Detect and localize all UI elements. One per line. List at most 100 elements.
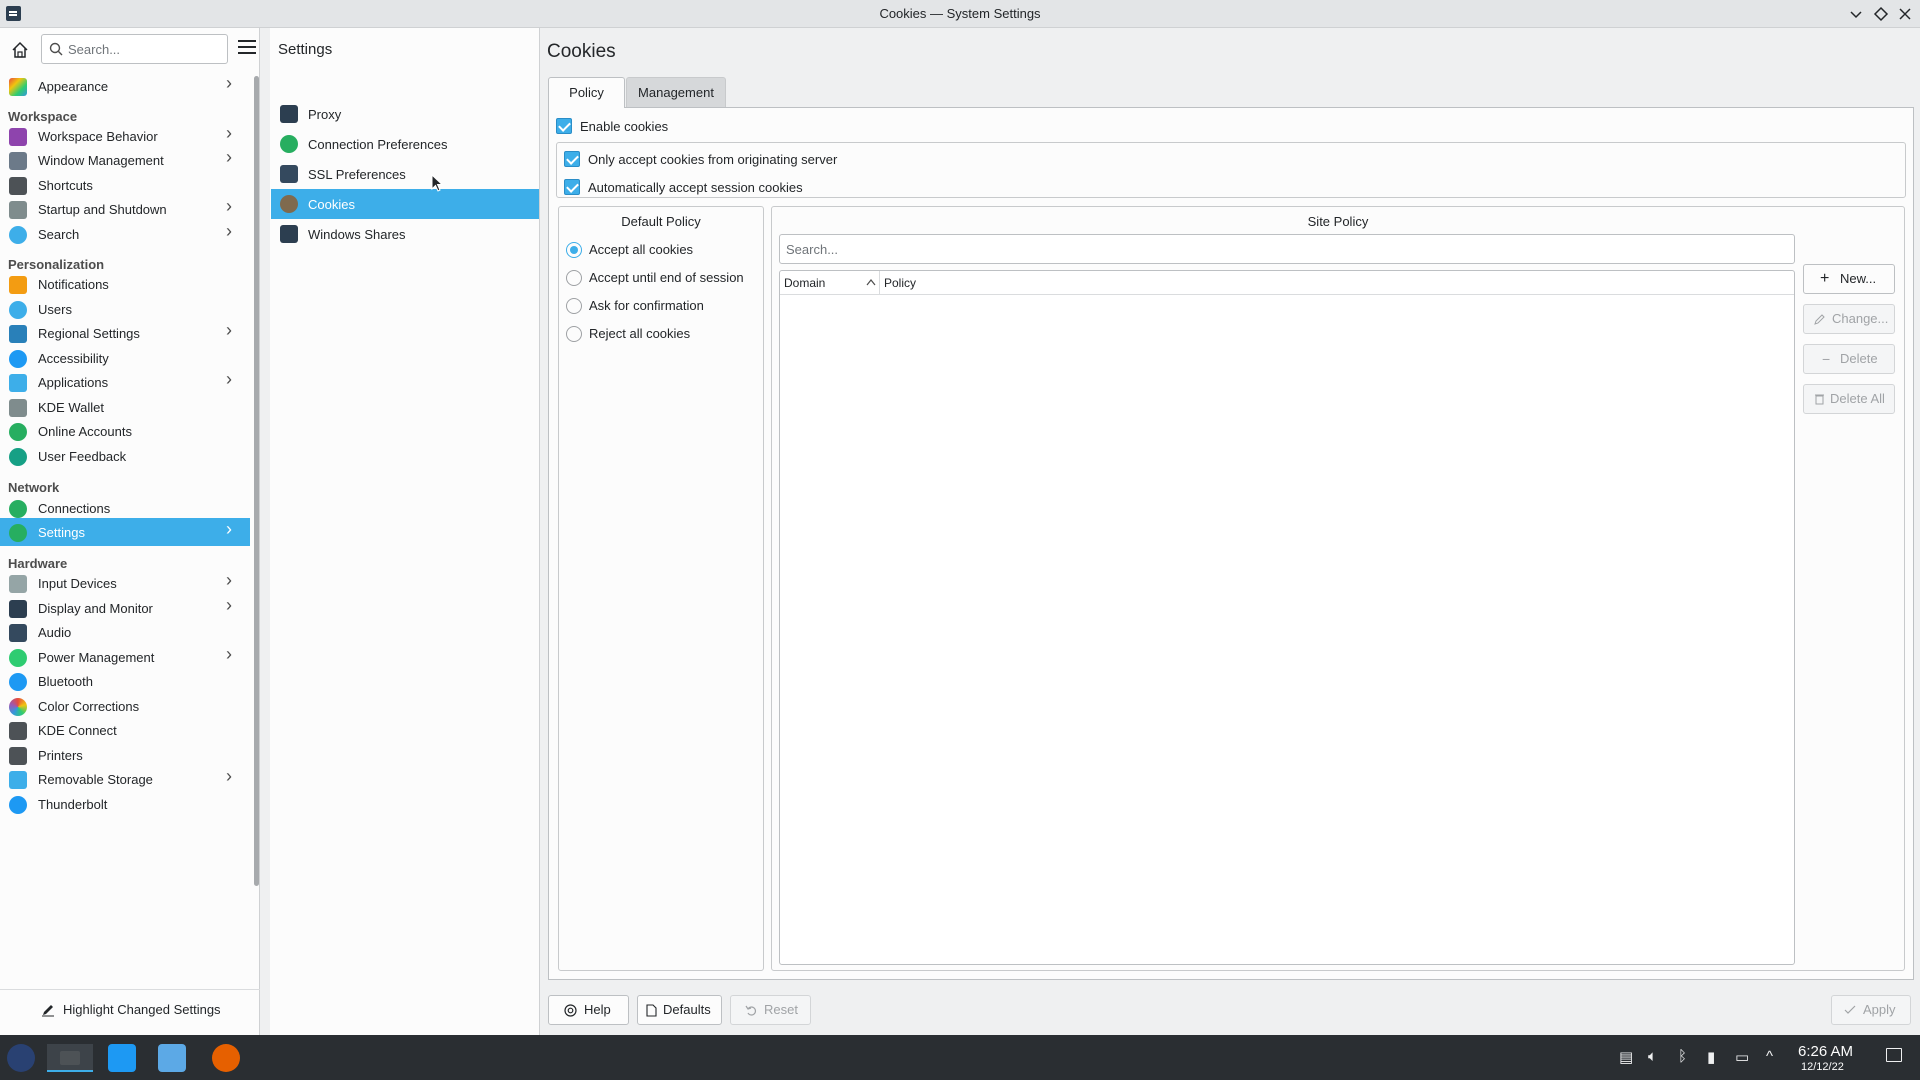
only-originating-checkbox[interactable] xyxy=(564,151,580,167)
chevron-up-icon[interactable]: ^ xyxy=(1766,1048,1773,1065)
maximize-button[interactable] xyxy=(1871,4,1891,24)
sidebar-scrollbar[interactable] xyxy=(254,76,259,886)
sidebar-item-applications[interactable]: Applications › xyxy=(0,368,250,396)
apply-button-label: Apply xyxy=(1863,1002,1896,1017)
auto-session-label[interactable]: Automatically accept session cookies xyxy=(588,180,803,195)
sidebar-item-notifications[interactable]: Notifications xyxy=(0,270,250,298)
sidebar-item-label: Workspace Behavior xyxy=(38,129,158,144)
apply-button[interactable]: Apply xyxy=(1831,995,1911,1025)
volume-icon[interactable]: 🔈︎ xyxy=(1648,1048,1657,1065)
sidebar-search-input[interactable] xyxy=(68,40,223,58)
sidebar-item-label: Connections xyxy=(38,501,111,516)
sidebar-item-startup-and-shutdown[interactable]: Startup and Shutdown › xyxy=(0,195,250,223)
sidebar-item-regional-settings[interactable]: Regional Settings › xyxy=(0,319,250,347)
subcategory-item-label: Windows Shares xyxy=(308,227,406,242)
sidebar-item-label: Applications xyxy=(38,375,109,390)
new-button[interactable]: + New... xyxy=(1803,264,1895,294)
subcategory-item-windows-shares[interactable]: Windows Shares xyxy=(271,219,539,249)
chevron-right-icon: › xyxy=(226,766,232,786)
site-policy-search-input[interactable] xyxy=(786,240,1760,258)
subcategory-item-label: SSL Preferences xyxy=(308,167,406,182)
clock-date[interactable]: 12/12/22 xyxy=(1801,1061,1844,1073)
shares-icon xyxy=(280,225,298,243)
bluetooth-icon[interactable]: ᛒ xyxy=(1678,1048,1687,1065)
delete-all-button[interactable]: Delete All xyxy=(1803,384,1895,414)
sidebar-item-appearance[interactable]: Appearance › xyxy=(0,72,250,100)
fedora-launcher-icon[interactable] xyxy=(7,1044,35,1072)
hamburger-menu-icon[interactable] xyxy=(238,40,256,56)
reset-button[interactable]: Reset xyxy=(730,995,811,1025)
subcategory-item-ssl-preferences[interactable]: SSL Preferences xyxy=(271,159,539,189)
sidebar-item-online-accounts[interactable]: Online Accounts xyxy=(0,417,250,445)
mouse-icon xyxy=(9,575,27,593)
sidebar-item-bluetooth[interactable]: Bluetooth xyxy=(0,667,250,695)
delete-button[interactable]: − Delete xyxy=(1803,344,1895,374)
proxy-icon xyxy=(280,105,298,123)
defaults-button[interactable]: Defaults xyxy=(637,995,722,1025)
home-button[interactable] xyxy=(8,38,32,62)
tab-management[interactable]: Management xyxy=(626,77,726,108)
radio-accept-all[interactable] xyxy=(566,242,582,258)
clipboard-icon[interactable]: ▤ xyxy=(1619,1048,1633,1066)
subcategory-item-proxy[interactable]: Proxy xyxy=(271,99,539,129)
radio-accept-session-label[interactable]: Accept until end of session xyxy=(589,270,744,285)
highlight-changed-button[interactable]: Highlight Changed Settings xyxy=(41,1002,221,1017)
show-desktop-icon[interactable] xyxy=(1886,1048,1902,1062)
site-policy-table[interactable]: Domain Policy xyxy=(779,270,1795,965)
sidebar-item-settings[interactable]: Settings › xyxy=(0,518,250,546)
close-button[interactable] xyxy=(1895,4,1915,24)
trash-icon xyxy=(1815,394,1824,405)
network-icon[interactable]: ▭ xyxy=(1735,1048,1749,1066)
sidebar-item-input-devices[interactable]: Input Devices › xyxy=(0,569,250,597)
system-settings-task[interactable] xyxy=(47,1044,93,1072)
enable-cookies-checkbox[interactable] xyxy=(556,118,572,134)
radio-accept-all-label[interactable]: Accept all cookies xyxy=(589,242,693,257)
sidebar-item-thunderbolt[interactable]: Thunderbolt xyxy=(0,790,250,818)
cookie-options-group: Only accept cookies from originating ser… xyxy=(556,142,1906,198)
subcategory-item-cookies[interactable]: Cookies xyxy=(271,189,539,219)
minimize-button[interactable] xyxy=(1846,4,1866,24)
connections-icon xyxy=(9,500,27,518)
help-button[interactable]: Help xyxy=(548,995,629,1025)
site-policy-search[interactable] xyxy=(779,234,1795,264)
printer-icon xyxy=(9,747,27,765)
sidebar-item-label: Shortcuts xyxy=(38,178,93,193)
radio-accept-session[interactable] xyxy=(566,270,582,286)
change-button[interactable]: Change... xyxy=(1803,304,1895,334)
pen-icon xyxy=(1814,314,1825,325)
discover-icon[interactable] xyxy=(108,1044,136,1072)
network-settings-icon xyxy=(9,524,27,542)
sort-ascending-icon xyxy=(866,279,876,286)
column-policy[interactable]: Policy xyxy=(884,276,916,290)
sidebar-item-window-management[interactable]: Window Management › xyxy=(0,146,250,174)
chevron-right-icon: › xyxy=(226,369,232,389)
subcategory-pane: Settings Proxy Connection Preferences SSL … xyxy=(270,28,540,1035)
sidebar-item-kde-connect[interactable]: KDE Connect xyxy=(0,716,250,744)
enable-cookies-label[interactable]: Enable cookies xyxy=(580,119,668,134)
radio-ask-confirmation[interactable] xyxy=(566,298,582,314)
clock-time[interactable]: 6:26 AM xyxy=(1798,1043,1853,1060)
dolphin-icon[interactable] xyxy=(158,1044,186,1072)
sidebar-item-removable-storage[interactable]: Removable Storage › xyxy=(0,765,250,793)
help-button-label: Help xyxy=(584,1002,611,1017)
sidebar-item-audio[interactable]: Audio xyxy=(0,618,250,646)
tab-policy[interactable]: Policy xyxy=(548,77,625,108)
radio-reject-all-label[interactable]: Reject all cookies xyxy=(589,326,690,341)
radio-ask-confirmation-label[interactable]: Ask for confirmation xyxy=(589,298,704,313)
only-originating-label[interactable]: Only accept cookies from originating ser… xyxy=(588,152,837,167)
sidebar-item-search[interactable]: Search › xyxy=(0,220,250,248)
sidebar-item-user-feedback[interactable]: User Feedback xyxy=(0,442,250,470)
bluetooth-icon xyxy=(9,673,27,691)
radio-reject-all[interactable] xyxy=(566,326,582,342)
sidebar-item-label: Thunderbolt xyxy=(38,797,108,812)
auto-session-checkbox[interactable] xyxy=(564,179,580,195)
battery-icon[interactable]: ▮ xyxy=(1707,1048,1715,1066)
sidebar-search[interactable] xyxy=(41,34,228,64)
firefox-icon[interactable] xyxy=(212,1044,240,1072)
column-divider[interactable] xyxy=(879,271,880,295)
sidebar-item-label: KDE Connect xyxy=(38,723,117,738)
sidebar-item-label: Window Management xyxy=(38,153,164,168)
subcategory-item-connection-preferences[interactable]: Connection Preferences xyxy=(271,129,539,159)
column-domain[interactable]: Domain xyxy=(784,276,825,290)
default-policy-group: Default Policy Accept all cookies Accept… xyxy=(558,206,764,971)
